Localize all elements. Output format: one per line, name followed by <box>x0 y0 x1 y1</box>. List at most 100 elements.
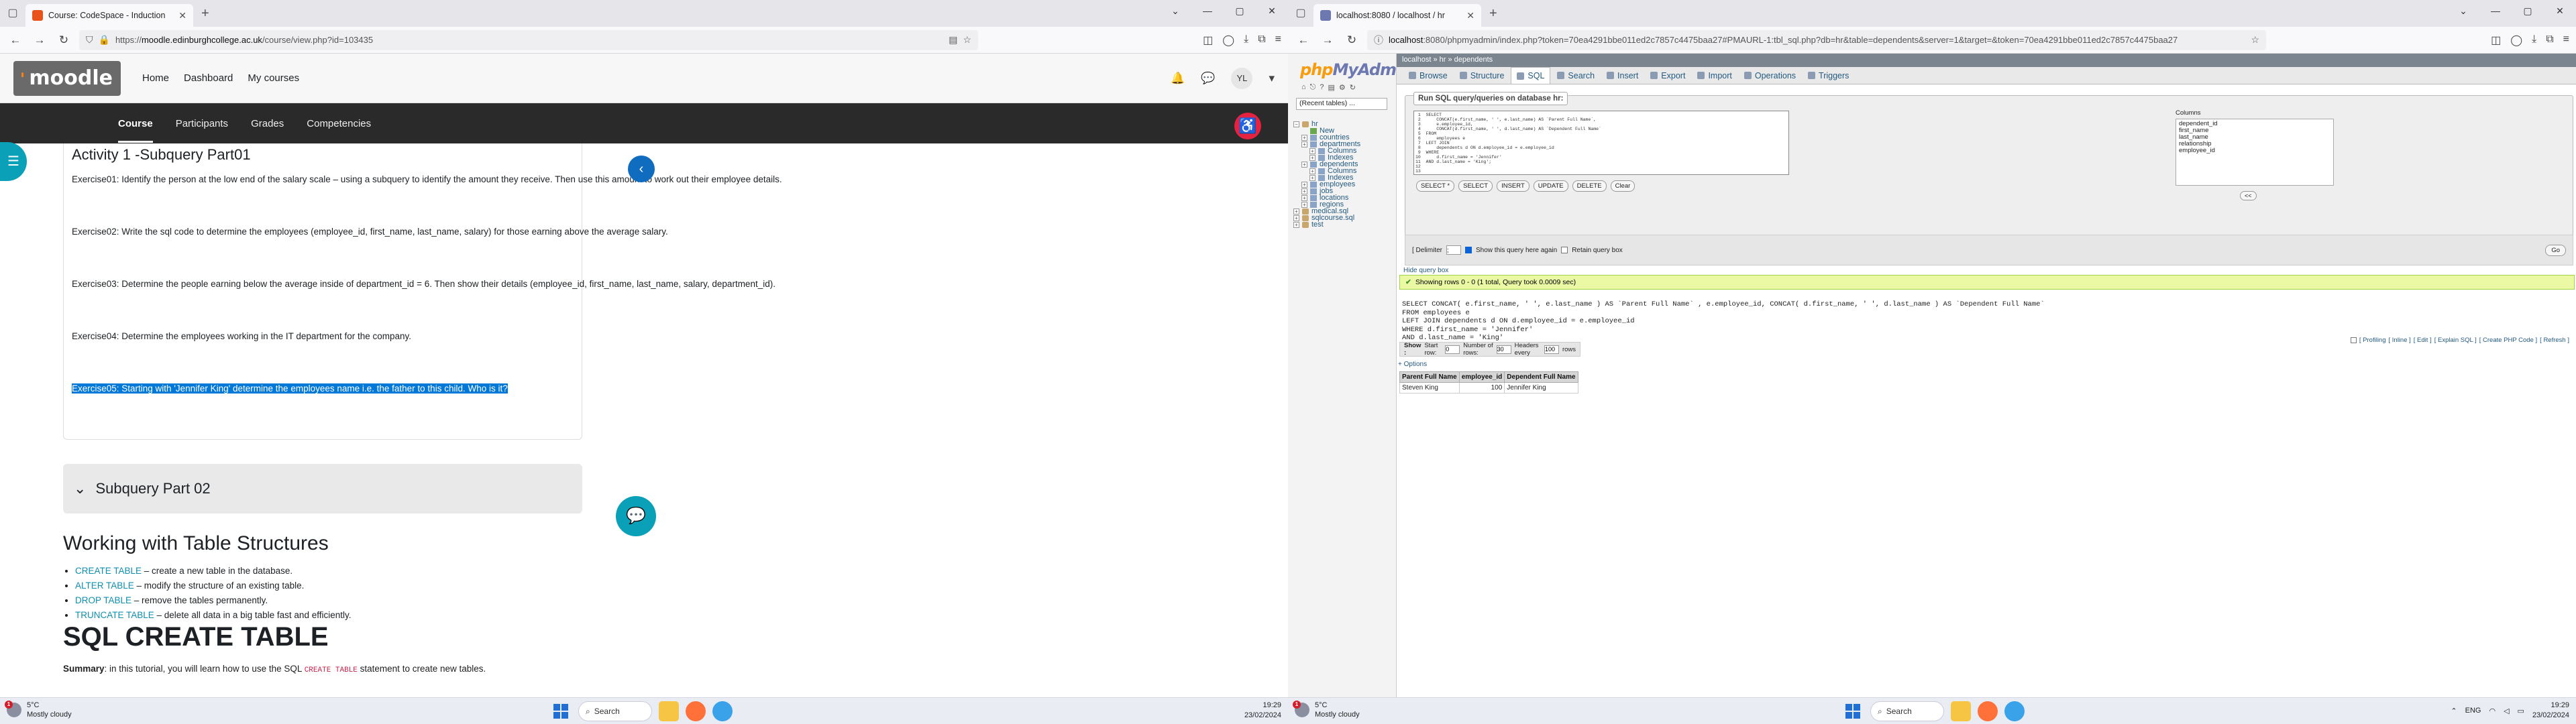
select-star-button[interactable]: SELECT * <box>1416 180 1455 192</box>
section-subquery-part-02[interactable]: ⌄ Subquery Part 02 <box>63 464 582 514</box>
create-php-code-link[interactable]: [ Create PHP Code ] <box>2479 337 2537 344</box>
tab-export[interactable]: Export <box>1645 67 1690 84</box>
insert-button[interactable]: INSERT <box>1497 180 1529 192</box>
tab-course[interactable]: Course <box>118 105 153 143</box>
account-icon[interactable]: ◯ <box>1222 34 1234 47</box>
tab-search[interactable]: Search <box>1552 67 1600 84</box>
close-tab-icon[interactable]: ✕ <box>1466 10 1474 21</box>
update-button[interactable]: UPDATE <box>1533 180 1568 192</box>
num-rows-input[interactable] <box>1496 345 1511 354</box>
expand-icon[interactable]: + <box>1293 221 1299 228</box>
address-bar[interactable]: ⓘ localhost:8080/phpmyadmin/index.php?to… <box>1367 29 2266 50</box>
tab-import[interactable]: Import <box>1692 67 1737 84</box>
message-icon[interactable]: 💬 <box>1201 72 1215 85</box>
firefox-icon[interactable] <box>1978 701 1998 721</box>
close-window-icon[interactable]: ✕ <box>1256 0 1288 21</box>
taskbar-search[interactable]: ⌕ Search <box>578 701 652 721</box>
go-button[interactable]: Go <box>2545 244 2566 256</box>
expand-icon[interactable]: + <box>1301 141 1307 147</box>
reload-icon[interactable]: ↻ <box>1343 32 1360 49</box>
tree-node[interactable]: + sqlcourse.sql <box>1293 215 1360 222</box>
expand-icon[interactable]: + <box>1293 215 1299 221</box>
tab-triggers[interactable]: Triggers <box>1803 67 1854 84</box>
back-icon[interactable]: ← <box>1295 32 1312 49</box>
create-table-link[interactable]: CREATE TABLE <box>75 566 142 576</box>
tab-operations[interactable]: Operations <box>1739 67 1801 84</box>
expand-icon[interactable]: + <box>1309 174 1316 181</box>
tab-participants[interactable]: Participants <box>176 118 228 129</box>
expand-icon[interactable]: + <box>1301 188 1307 194</box>
clear-button[interactable]: Clear <box>1610 180 1635 192</box>
nav-my-courses[interactable]: My courses <box>248 72 299 84</box>
expand-icon[interactable]: + <box>1301 181 1307 188</box>
tab-sql[interactable]: SQL <box>1511 67 1551 84</box>
forward-icon[interactable]: → <box>1319 32 1336 49</box>
expand-icon[interactable]: − <box>1293 121 1299 127</box>
speaker-icon[interactable]: ◁ <box>2504 707 2509 715</box>
back-icon[interactable]: ← <box>7 32 24 49</box>
chevron-down-icon[interactable]: ▾ <box>1269 72 1275 85</box>
tab-insert[interactable]: Insert <box>1601 67 1644 84</box>
close-tab-icon[interactable]: ✕ <box>178 10 186 21</box>
expand-icon[interactable]: + <box>1309 168 1316 174</box>
chrome-icon[interactable] <box>2004 701 2025 721</box>
clock[interactable]: 19:29 23/02/2024 <box>2532 701 2569 721</box>
bell-icon[interactable]: 🔔 <box>1171 72 1185 85</box>
nav-home[interactable]: Home <box>142 72 169 84</box>
browser-tab[interactable]: localhost:8080 / localhost / hr ✕ <box>1313 4 1481 27</box>
column-option[interactable]: employee_id <box>2179 147 2330 154</box>
explain-sql-link[interactable]: [ Explain SQL ] <box>2434 337 2477 344</box>
sql-editor[interactable]: 1 SELECT 2 CONCAT(e.first_name, ' ', e.l… <box>1413 111 1789 175</box>
retain-checkbox[interactable] <box>1561 247 1568 253</box>
nav-dashboard[interactable]: Dashboard <box>184 72 233 84</box>
download-icon[interactable]: ⤓ <box>2532 34 2536 47</box>
bookmark-star-icon[interactable]: ☆ <box>963 34 971 46</box>
new-tab-icon[interactable]: + <box>201 6 209 21</box>
refresh-link[interactable]: [ Refresh ] <box>2540 337 2569 344</box>
expand-icon[interactable]: + <box>1301 194 1307 201</box>
inline-link[interactable]: [ Inline ] <box>2389 337 2411 344</box>
browser-tab[interactable]: Course: CodeSpace - Induction ✕ <box>25 4 193 27</box>
wifi-icon[interactable]: ◠ <box>2489 707 2496 715</box>
help-icon[interactable]: ? <box>1320 83 1324 92</box>
delete-button[interactable]: DELETE <box>1572 180 1607 192</box>
docs-icon[interactable]: ▤ <box>1328 83 1334 92</box>
expand-icon[interactable]: + <box>1301 201 1307 208</box>
truncate-table-link[interactable]: TRUNCATE TABLE <box>75 610 154 620</box>
pocket-icon[interactable]: ◫ <box>2491 34 2501 47</box>
download-icon[interactable]: ⤓ <box>1244 34 1248 47</box>
expand-icon[interactable]: + <box>1309 147 1316 154</box>
drop-table-link[interactable]: DROP TABLE <box>75 595 131 605</box>
hamburger-menu-icon[interactable]: ≡ <box>2563 34 2569 47</box>
tab-grades[interactable]: Grades <box>251 118 284 129</box>
account-icon[interactable]: ◯ <box>2510 34 2522 47</box>
new-tab-icon[interactable]: + <box>1489 6 1497 21</box>
tab-structure[interactable]: Structure <box>1454 67 1510 84</box>
column-header[interactable]: employee_id <box>1458 371 1505 383</box>
firefox-icon[interactable] <box>686 701 706 721</box>
chevron-down-icon[interactable]: ⌄ <box>1159 0 1191 21</box>
profiling-checkbox[interactable] <box>2350 337 2357 343</box>
show-button[interactable]: Show : <box>1404 342 1421 357</box>
profiling-link[interactable]: [ Profiling <box>2359 337 2386 344</box>
show-again-checkbox[interactable] <box>1465 247 1472 253</box>
browser-menu-icon[interactable]: ▢ <box>1293 6 1308 21</box>
file-explorer-icon[interactable] <box>659 701 679 721</box>
phpmyadmin-logo[interactable]: phpMyAdmin <box>1300 60 1412 79</box>
windows-start-icon[interactable] <box>1842 701 1864 722</box>
expand-icon[interactable]: + <box>1301 161 1307 168</box>
settings-icon[interactable]: ⚙ <box>1339 83 1346 92</box>
tab-competencies[interactable]: Competencies <box>307 118 371 129</box>
select-button[interactable]: SELECT <box>1458 180 1493 192</box>
headers-input[interactable] <box>1544 345 1559 354</box>
insert-column-button[interactable]: << <box>2240 191 2257 200</box>
delimiter-input[interactable] <box>1446 245 1462 255</box>
pocket-icon[interactable]: ◫ <box>1203 34 1213 47</box>
chat-bubble-icon[interactable]: 💬 <box>616 496 656 536</box>
battery-icon[interactable]: ▭ <box>2518 707 2524 715</box>
block-drawer-chevron-icon[interactable]: ‹ <box>628 156 655 182</box>
address-bar[interactable]: ⛉ 🔒 https://moodle.edinburghcollege.ac.u… <box>79 29 978 50</box>
hamburger-menu-icon[interactable]: ≡ <box>1275 34 1281 47</box>
column-header[interactable]: Parent Full Name <box>1399 371 1460 383</box>
chevron-up-icon[interactable]: ⌃ <box>2451 707 2457 715</box>
